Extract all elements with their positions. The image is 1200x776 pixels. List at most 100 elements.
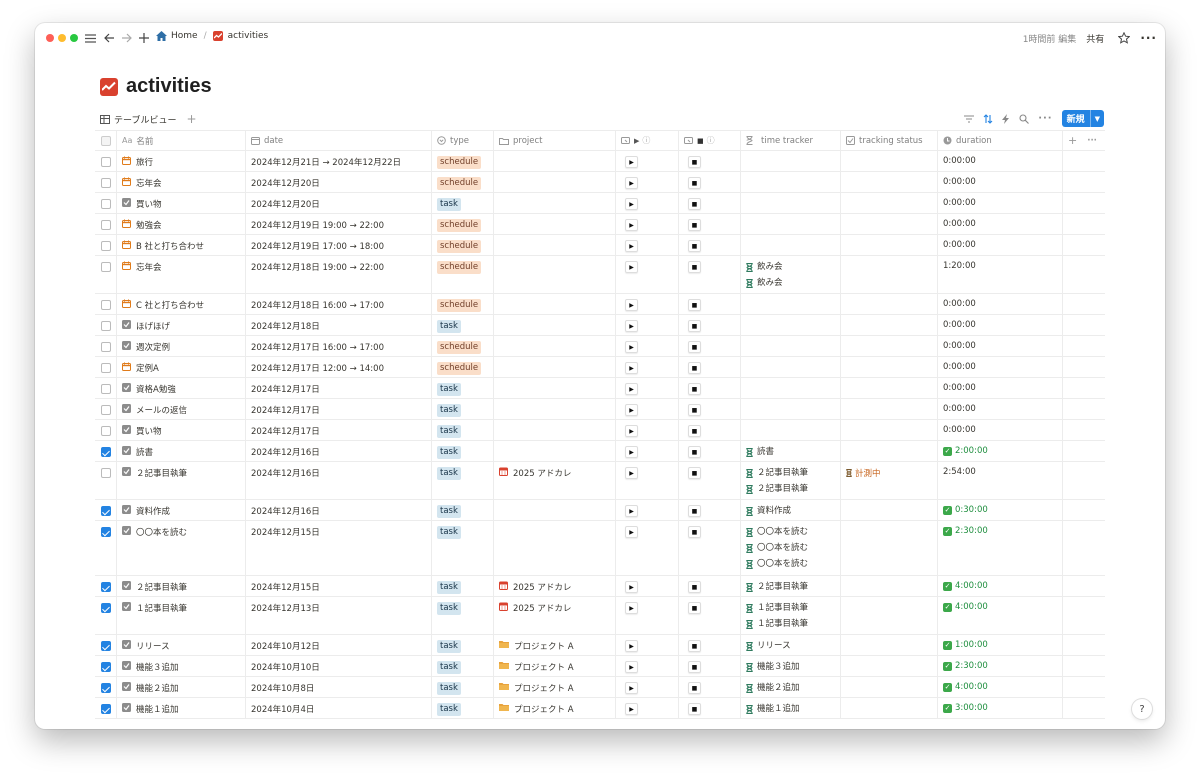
- type-cell[interactable]: task: [432, 635, 494, 655]
- row-select-cell[interactable]: [95, 521, 117, 575]
- table-row[interactable]: 読書 2024年12月16日 task ▶ ■ 読書 ✓ 2:00:00: [95, 441, 1105, 462]
- activity-name[interactable]: 機能２追加: [136, 682, 179, 694]
- type-cell[interactable]: task: [432, 462, 494, 499]
- time-tracker-cell[interactable]: [741, 378, 841, 398]
- time-tracker-cell[interactable]: 資料作成: [741, 500, 841, 520]
- stop-timer-button[interactable]: ■: [688, 404, 701, 416]
- column-more-icon[interactable]: ···: [1087, 136, 1097, 146]
- start-timer-button[interactable]: ▶: [625, 404, 638, 416]
- row-select-cell[interactable]: [95, 462, 117, 499]
- row-select-cell[interactable]: [95, 315, 117, 335]
- new-button[interactable]: 新規 ▼: [1061, 110, 1104, 127]
- add-view-plus-icon[interactable]: +: [186, 112, 196, 126]
- date-cell[interactable]: 2024年12月15日: [246, 576, 432, 596]
- activity-name[interactable]: 勉強会: [136, 219, 162, 231]
- tracking-status-cell[interactable]: [841, 256, 938, 293]
- activity-name[interactable]: 買い物: [136, 425, 162, 437]
- breadcrumb-home[interactable]: Home: [171, 31, 198, 41]
- tracking-status-cell[interactable]: [841, 336, 938, 356]
- activity-name[interactable]: 機能３追加: [136, 661, 179, 673]
- type-cell[interactable]: task: [432, 193, 494, 213]
- type-cell[interactable]: task: [432, 315, 494, 335]
- type-cell[interactable]: task: [432, 576, 494, 596]
- minimize-window-button[interactable]: [58, 34, 66, 42]
- project-cell[interactable]: 2025 アドカレ: [494, 576, 616, 596]
- project-cell[interactable]: 2025 アドカレ: [494, 462, 616, 499]
- date-cell[interactable]: 2024年10月10日: [246, 656, 432, 676]
- stop-timer-button[interactable]: ■: [688, 467, 701, 479]
- table-row[interactable]: 旅行 2024年12月21日 → 2024年12月22日 schedule ▶ ■ 0:0…: [95, 151, 1105, 172]
- tracking-status-cell[interactable]: [841, 151, 938, 171]
- row-checkbox[interactable]: [100, 178, 111, 188]
- table-row[interactable]: ２記事目執筆 2024年12月16日 task 2025 アドカレ ▶ ■ ２記事目執筆 ２記…: [95, 462, 1105, 500]
- start-timer-button[interactable]: ▶: [625, 661, 638, 673]
- date-cell[interactable]: 2024年12月20日: [246, 193, 432, 213]
- table-row[interactable]: 機能１追加 2024年10月4日 task プロジェクト A ▶ ■ 機能１追加 ✓ 3:00:…: [95, 698, 1105, 719]
- table-row[interactable]: 定例A 2024年12月17日 12:00 → 14:00 schedule ▶ ■ 0:…: [95, 357, 1105, 378]
- project-cell[interactable]: プロジェクト A: [494, 677, 616, 697]
- time-tracker-cell[interactable]: [741, 151, 841, 171]
- row-checkbox[interactable]: [100, 506, 111, 516]
- time-tracker-entry[interactable]: ２記事目執筆: [746, 483, 808, 495]
- type-cell[interactable]: task: [432, 378, 494, 398]
- activity-name[interactable]: C 社と打ち合わせ: [136, 299, 204, 311]
- activity-name[interactable]: 機能１追加: [136, 703, 179, 715]
- project-cell[interactable]: [494, 378, 616, 398]
- type-cell[interactable]: task: [432, 420, 494, 440]
- row-checkbox[interactable]: [100, 199, 111, 209]
- date-cell[interactable]: 2024年12月21日 → 2024年12月22日: [246, 151, 432, 171]
- time-tracker-cell[interactable]: [741, 315, 841, 335]
- start-timer-button[interactable]: ▶: [625, 640, 638, 652]
- row-select-cell[interactable]: [95, 256, 117, 293]
- start-timer-button[interactable]: ▶: [625, 341, 638, 353]
- activity-name[interactable]: B 社と打ち合わせ: [136, 240, 204, 252]
- name-cell[interactable]: ２記事目執筆: [117, 576, 246, 596]
- stop-timer-button[interactable]: ■: [688, 299, 701, 311]
- filter-icon[interactable]: [964, 114, 975, 123]
- time-tracker-cell[interactable]: 機能２追加: [741, 677, 841, 697]
- activity-name[interactable]: 資料作成: [136, 505, 170, 517]
- activity-name[interactable]: ほげほげ: [136, 320, 170, 332]
- row-checkbox[interactable]: [100, 157, 111, 167]
- type-cell[interactable]: task: [432, 399, 494, 419]
- project-cell[interactable]: [494, 151, 616, 171]
- name-cell[interactable]: 資格A勉強: [117, 378, 246, 398]
- tracking-status-cell[interactable]: [841, 214, 938, 234]
- row-checkbox[interactable]: [100, 603, 111, 613]
- tracking-status-cell[interactable]: 計測中: [841, 462, 938, 499]
- row-checkbox[interactable]: [100, 220, 111, 230]
- start-timer-button[interactable]: ▶: [625, 425, 638, 437]
- activity-name[interactable]: 旅行: [136, 156, 153, 168]
- time-tracker-cell[interactable]: [741, 420, 841, 440]
- tracking-status-cell[interactable]: [841, 357, 938, 377]
- project-cell[interactable]: [494, 294, 616, 314]
- date-cell[interactable]: 2024年10月4日: [246, 698, 432, 718]
- time-tracker-entry[interactable]: １記事目執筆: [746, 618, 808, 630]
- stop-timer-button[interactable]: ■: [688, 640, 701, 652]
- start-timer-button[interactable]: ▶: [625, 362, 638, 374]
- start-timer-button[interactable]: ▶: [625, 299, 638, 311]
- help-question-icon[interactable]: ?: [1132, 699, 1152, 719]
- time-tracker-cell[interactable]: 〇〇本を読む 〇〇本を読む 〇〇本を読む: [741, 521, 841, 575]
- start-timer-button[interactable]: ▶: [625, 198, 638, 210]
- type-cell[interactable]: schedule: [432, 256, 494, 293]
- row-checkbox[interactable]: [100, 662, 111, 672]
- start-timer-button[interactable]: ▶: [625, 320, 638, 332]
- tracking-status-cell[interactable]: [841, 521, 938, 575]
- project-cell[interactable]: [494, 172, 616, 192]
- row-checkbox[interactable]: [100, 300, 111, 310]
- row-select-cell[interactable]: [95, 698, 117, 718]
- tracking-status-cell[interactable]: [841, 698, 938, 718]
- time-tracker-cell[interactable]: [741, 214, 841, 234]
- time-tracker-entry[interactable]: 飲み会: [746, 277, 783, 289]
- time-tracker-entry[interactable]: 飲み会: [746, 261, 783, 273]
- menu-icon[interactable]: [83, 29, 97, 47]
- more-options-icon[interactable]: ···: [1140, 31, 1157, 45]
- tracking-status-cell[interactable]: [841, 399, 938, 419]
- start-timer-button[interactable]: ▶: [625, 446, 638, 458]
- time-tracker-entry[interactable]: ２記事目執筆: [746, 467, 808, 479]
- time-tracker-entry[interactable]: 読書: [746, 446, 774, 458]
- row-select-cell[interactable]: [95, 294, 117, 314]
- sort-icon[interactable]: [983, 113, 993, 124]
- stop-timer-button[interactable]: ■: [688, 425, 701, 437]
